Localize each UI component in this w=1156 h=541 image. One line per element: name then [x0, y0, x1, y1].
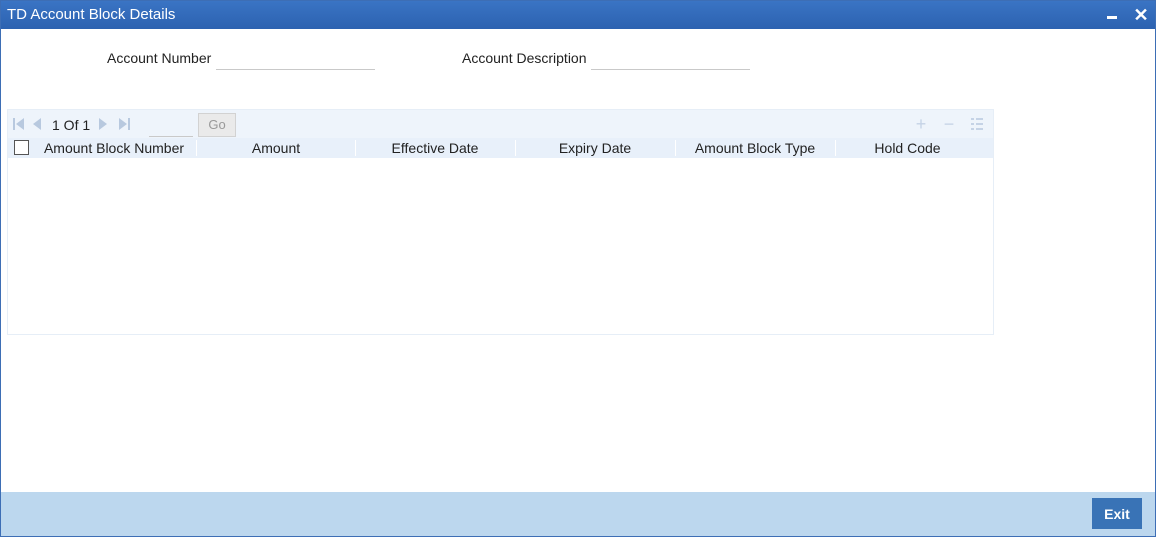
pager-text: 1 Of 1 [52, 117, 91, 133]
close-icon: ✕ [1133, 5, 1149, 25]
column-header-amount-block-type[interactable]: Amount Block Type [675, 140, 835, 156]
grid-header-row: Amount Block Number Amount Effective Dat… [8, 138, 993, 158]
first-page-icon[interactable] [13, 118, 25, 130]
window-title: TD Account Block Details [7, 6, 176, 23]
account-description-input[interactable] [591, 47, 750, 70]
account-description-label: Account Description [462, 50, 587, 66]
column-header-effective-date[interactable]: Effective Date [355, 140, 515, 156]
minimize-button[interactable] [1102, 5, 1122, 25]
grid-toolbar: 1 Of 1 Go + − [8, 110, 993, 138]
page-number-input[interactable] [149, 116, 193, 137]
single-view-icon[interactable] [970, 117, 984, 131]
close-button[interactable]: ✕ [1131, 5, 1151, 25]
last-page-icon[interactable] [119, 118, 131, 130]
go-button[interactable]: Go [198, 113, 236, 137]
account-number-input[interactable] [216, 47, 375, 70]
footer-bar: Exit [1, 492, 1155, 536]
previous-page-icon[interactable] [33, 118, 45, 130]
main-window: TD Account Block Details ✕ Account Numbe… [0, 0, 1156, 537]
minimize-icon [1107, 16, 1117, 19]
account-block-grid: 1 Of 1 Go + − Amount Block Number Amount… [7, 109, 994, 335]
exit-button[interactable]: Exit [1092, 498, 1142, 529]
column-header-amount[interactable]: Amount [196, 140, 356, 156]
title-bar: TD Account Block Details ✕ [1, 1, 1155, 29]
next-page-icon[interactable] [99, 118, 111, 130]
column-header-expiry-date[interactable]: Expiry Date [515, 140, 675, 156]
delete-row-icon[interactable]: − [942, 115, 956, 133]
column-header-amount-block-number[interactable]: Amount Block Number [34, 140, 194, 156]
add-row-icon[interactable]: + [914, 115, 928, 133]
select-all-checkbox[interactable] [14, 140, 29, 155]
column-header-hold-code[interactable]: Hold Code [835, 140, 980, 156]
account-number-label: Account Number [107, 50, 212, 66]
